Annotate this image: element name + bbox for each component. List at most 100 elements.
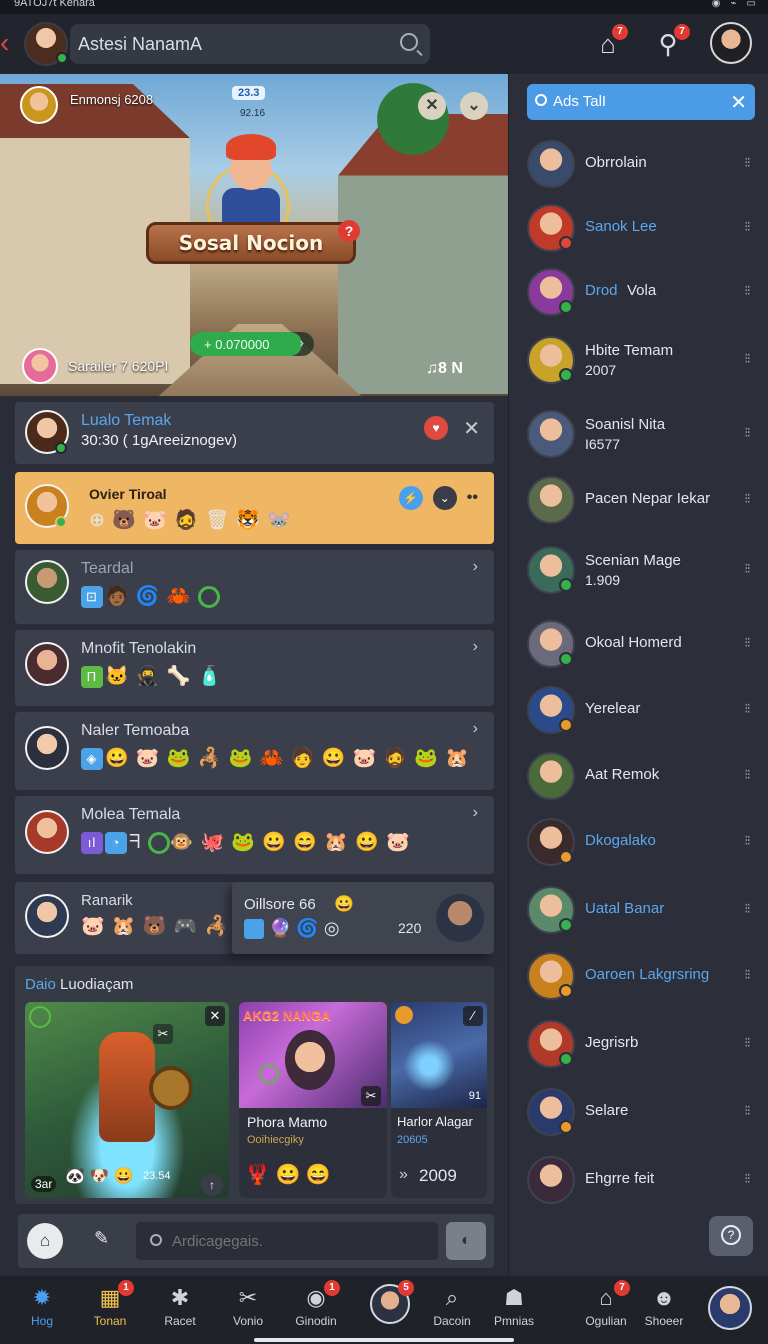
home-icon[interactable]: ⌂ — [27, 1223, 63, 1259]
drag-handle-icon[interactable]: ⁝⁝ — [744, 1170, 751, 1187]
send-button[interactable]: ◐ — [446, 1222, 486, 1260]
contact-row[interactable]: Scenian Mage 1.909 ⁝⁝ — [509, 540, 768, 600]
featured-card-badge: 91 — [468, 1090, 481, 1102]
hero-sign-badge[interactable]: ? — [338, 220, 360, 242]
featured-card[interactable]: ⁄ 91 Harlor Alagar 20605 » 2009 — [391, 1002, 487, 1198]
contact-row[interactable]: Pacen Nepar Iekar ⁝⁝ — [509, 470, 768, 530]
contact-row[interactable]: Okoal Homerd ⁝⁝ — [509, 614, 768, 674]
featured-card[interactable]: ✕ ✂ 3ar 🐼 🐶 😀 23.54 ↑ — [25, 1002, 229, 1198]
hero-expand-icon[interactable]: ⌄ — [460, 92, 488, 120]
drag-handle-icon[interactable]: ⁝⁝ — [744, 1034, 751, 1051]
close-icon[interactable]: ✕ — [730, 90, 747, 115]
drag-handle-icon[interactable]: ⁝⁝ — [744, 490, 751, 507]
contact-row[interactable]: Yerelear ⁝⁝ — [509, 680, 768, 740]
nav-item[interactable]: ☗ Pmnias — [482, 1284, 546, 1340]
upload-icon[interactable]: ↑ — [201, 1174, 223, 1196]
nav-label: Tonan — [93, 1314, 127, 1328]
conversation-row[interactable]: Mnofit Tenolakin › Π 🐱 🥷 🦴 🧴 — [15, 630, 494, 706]
drag-handle-icon[interactable]: ⁝⁝ — [744, 900, 751, 917]
pin-icon[interactable]: ⚡ — [398, 486, 423, 510]
featured-card-year: 2009 — [419, 1166, 457, 1185]
drag-handle-icon[interactable]: ⁝⁝ — [744, 700, 751, 717]
nav-item[interactable]: ▦ Tonan 1 — [78, 1280, 142, 1340]
drag-handle-icon[interactable]: ⁝⁝ — [744, 350, 751, 367]
conversation-row[interactable]: Naler Temoaba › ◈ 😀 🐷 🐸 🦂 🐸 🦀 🧑 😀 🐷 🧔 🐸 🐹 — [15, 712, 494, 790]
contacts-search[interactable]: Ads TalI ✕ — [527, 84, 755, 120]
search-icon: ⌕ — [445, 1285, 459, 1310]
emoji-row: ◈ 😀 🐷 🐸 🦂 🐸 🦀 🧑 😀 🐷 🧔 🐸 🐹 — [81, 746, 470, 770]
nav-item[interactable]: ⌂ Ogulian 7 — [574, 1280, 638, 1340]
tools-icon[interactable]: ✂ — [361, 1086, 381, 1106]
contact-row[interactable]: Aat Remok ⁝⁝ — [509, 746, 768, 806]
drag-handle-icon[interactable]: ⁝⁝ — [744, 1102, 751, 1119]
drag-handle-icon[interactable]: ⁝⁝ — [744, 766, 751, 783]
featured-card[interactable]: AKG2 NANGA ✂ Phora Mamo Ooihiecgiky 🦞 😀 … — [239, 1002, 387, 1198]
conversation-row-active[interactable]: Ovier Tiroal ⊕ 🐻 🐷 🧔 🗑 🐯 🐭 ⚡ ⌄ •• — [15, 472, 494, 544]
conversation-title: Teardal — [81, 560, 134, 577]
search-bar[interactable]: Astesi NanamA — [70, 24, 430, 64]
swords-icon[interactable]: ✂ — [153, 1024, 173, 1044]
drag-handle-icon[interactable]: ⁝⁝ — [744, 282, 751, 299]
back-arrow-icon[interactable]: ‹ — [0, 28, 18, 60]
hero-footer-avatar[interactable] — [22, 348, 58, 384]
contact-row[interactable]: Sanok Lee ⁝⁝ — [509, 198, 768, 258]
chevron-right-icon[interactable]: › — [473, 804, 478, 822]
hover-card[interactable]: Oillsore 66 😀 🔮 🌀 ◎ 220 — [232, 882, 494, 954]
nav-item[interactable]: ⌕ Dacoin — [420, 1284, 484, 1340]
close-icon[interactable]: ✕ — [205, 1006, 225, 1026]
contacts-search-input[interactable]: Ads TalI — [553, 93, 606, 110]
chevron-right-icon[interactable]: › — [473, 558, 478, 576]
hero-footer-icons[interactable]: ♫8 N — [426, 360, 463, 378]
contact-row[interactable]: Drod Vola ⁝⁝ — [509, 262, 768, 322]
help-button[interactable]: ? — [709, 1216, 753, 1256]
hero-progress-bar[interactable]: + 0.070000 › — [190, 332, 314, 356]
contact-name: Hbite Temam — [585, 342, 674, 359]
search-icon[interactable] — [400, 33, 418, 51]
badge-icon — [29, 1006, 51, 1028]
drag-handle-icon[interactable]: ⁝⁝ — [744, 832, 751, 849]
conversation-row[interactable]: Teardal › ⊡ 🧑🏾 🌀 🦀 — [15, 550, 494, 624]
pen-icon[interactable]: ✎ — [94, 1228, 109, 1249]
contact-row[interactable]: Selare ⁝⁝ — [509, 1082, 768, 1142]
conversation-avatar — [25, 894, 69, 938]
message-input[interactable] — [136, 1222, 438, 1260]
hero-player-avatar[interactable] — [20, 86, 58, 124]
drag-handle-icon[interactable]: ⁝⁝ — [744, 154, 751, 171]
nav-item[interactable]: ✹ Hog — [10, 1284, 74, 1340]
nav-item[interactable]: ✂ Vonio — [216, 1284, 280, 1340]
user-avatar[interactable] — [710, 22, 752, 64]
contact-row[interactable]: Dkogalako ⁝⁝ — [509, 812, 768, 872]
nav-item[interactable]: 5 — [358, 1280, 422, 1340]
contact-row[interactable]: Hbite Temam 2007 ⁝⁝ — [509, 330, 768, 390]
status-icons: ◉ ⌁ ▭ — [712, 0, 756, 9]
drag-handle-icon[interactable]: ⁝⁝ — [744, 218, 751, 235]
profile-avatar[interactable] — [708, 1286, 752, 1330]
chevron-right-icon[interactable]: › — [473, 720, 478, 738]
edit-icon[interactable]: ⁄ — [463, 1006, 483, 1026]
hero-close-icon[interactable]: ✕ — [418, 92, 446, 120]
gear-icon: ✹ — [32, 1285, 52, 1310]
drag-handle-icon[interactable]: ⁝⁝ — [744, 634, 751, 651]
drag-handle-icon[interactable]: ⁝⁝ — [744, 424, 751, 441]
nav-item[interactable]: ☻ Shoeer — [632, 1284, 696, 1340]
portrait — [285, 1030, 335, 1090]
contact-row[interactable]: Oaroen Lakgrsring ⁝⁝ — [509, 946, 768, 1006]
heart-icon[interactable]: ♥ — [424, 416, 448, 440]
contact-row[interactable]: Soanisl Nita I6577 ⁝⁝ — [509, 404, 768, 464]
nav-item[interactable]: ◉ Ginodin 1 — [284, 1280, 348, 1340]
conversation-row[interactable]: Molea Temala › ıl ◔ ᖷ 🐵 🐙 🐸 😀 😄 🐹 😀 🐷 — [15, 796, 494, 874]
close-icon[interactable]: ✕ — [463, 416, 480, 441]
nav-item[interactable]: ✱ Racet — [148, 1284, 212, 1340]
contact-row[interactable]: Jegrisrb ⁝⁝ — [509, 1014, 768, 1074]
drag-handle-icon[interactable]: ⁝⁝ — [744, 560, 751, 577]
conversation-row[interactable]: Lualo Temak 30:30 ( 1gAreeiznogev) ♥ ✕ — [15, 402, 494, 464]
drag-handle-icon[interactable]: ⁝⁝ — [744, 966, 751, 983]
more-icon[interactable]: •• — [467, 489, 478, 507]
search-input[interactable]: Astesi NanamA — [78, 34, 202, 55]
nav-label: Hog — [30, 1314, 53, 1328]
contact-row[interactable]: Obrrolain ⁝⁝ — [509, 134, 768, 194]
chevron-down-icon[interactable]: ⌄ — [432, 486, 457, 510]
contact-row[interactable]: Uatal Banar ⁝⁝ — [509, 880, 768, 940]
contact-row[interactable]: Ehgrre feit ⁝⁝ — [509, 1150, 768, 1210]
chevron-right-icon[interactable]: › — [473, 638, 478, 656]
